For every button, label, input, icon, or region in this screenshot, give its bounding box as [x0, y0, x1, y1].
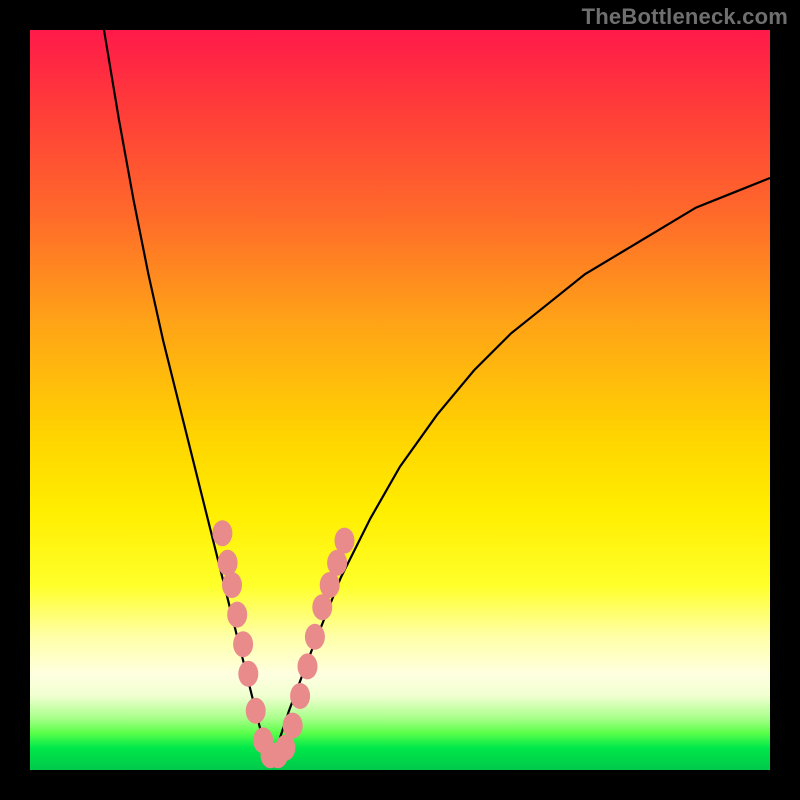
marker-point [283, 713, 303, 739]
marker-point [238, 661, 258, 687]
marker-point [212, 520, 232, 546]
chart-svg [30, 30, 770, 770]
marker-point [246, 698, 266, 724]
watermark-text: TheBottleneck.com [582, 4, 788, 30]
marker-point [327, 550, 347, 576]
marker-point [298, 653, 318, 679]
marker-point [312, 594, 332, 620]
marker-point [320, 572, 340, 598]
curve-layer [104, 30, 770, 755]
marker-point [290, 683, 310, 709]
marker-point [227, 602, 247, 628]
marker-point [218, 550, 238, 576]
marker-point [222, 572, 242, 598]
marker-point [305, 624, 325, 650]
plot-area [30, 30, 770, 770]
marker-point [335, 528, 355, 554]
curve-right-curve [274, 178, 770, 755]
marker-point [233, 631, 253, 657]
marker-layer [212, 520, 354, 768]
marker-point [275, 735, 295, 761]
chart-container: TheBottleneck.com [0, 0, 800, 800]
